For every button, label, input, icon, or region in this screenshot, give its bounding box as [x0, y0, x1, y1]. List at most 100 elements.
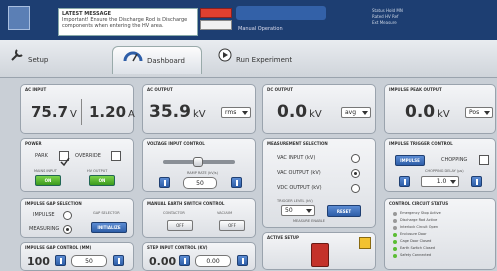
ac-input-amp: 1.20 A	[89, 103, 135, 121]
chevron-down-icon	[242, 111, 248, 115]
alarm-indicator	[200, 8, 232, 18]
vacuum-off-button[interactable]: OFF	[219, 220, 245, 231]
impulse-radio[interactable]	[63, 211, 72, 220]
tab-setup[interactable]: Setup	[10, 46, 80, 74]
ac-input-title: AC INPUT	[25, 87, 47, 92]
contactor-off-button[interactable]: OFF	[167, 220, 193, 231]
trigger-level-select[interactable]: 50	[281, 205, 315, 216]
tab-dashboard[interactable]: Dashboard	[112, 46, 202, 74]
status-item: Discharge Rod Active	[400, 218, 438, 222]
dc-output-mode: avg	[345, 109, 357, 116]
step-increment-button[interactable]	[237, 255, 248, 266]
status-dot-icon	[393, 219, 397, 223]
vdc-output-radio[interactable]	[351, 184, 360, 193]
ac-input-amp-unit: A	[128, 109, 135, 120]
contactor-label: CONTACTOR	[163, 211, 185, 215]
header-right-line: Ext Measure	[372, 20, 397, 25]
gap-input[interactable]: 50	[71, 255, 107, 267]
gauge-icon	[123, 47, 143, 75]
reset-button[interactable]: RESET	[327, 205, 361, 217]
status-dot-icon	[393, 212, 397, 216]
gap-increment-button[interactable]	[113, 255, 124, 266]
header-right-values	[432, 6, 482, 34]
control-status-title: CONTROL CIRCUIT STATUS	[389, 201, 449, 206]
measure-enable-label: MEASURE ENABLE	[293, 219, 325, 223]
initialize-button[interactable]: INITIALIZE	[91, 222, 127, 233]
ac-input-volt-unit: V	[70, 109, 77, 120]
impulse-gap-control-panel: IMPULSE GAP CONTROL (mm) 100 50	[20, 242, 134, 271]
mains-input-led[interactable]: ON	[35, 175, 61, 186]
step-input-panel: STEP INPUT CONTROL (kV) 0.00 0.00	[142, 242, 256, 271]
hv-output-led[interactable]: ON	[89, 175, 115, 186]
impulse-peak-unit: kV	[437, 109, 450, 120]
chopping-delay-select[interactable]: 1.0	[421, 176, 459, 187]
step-decrement-button[interactable]	[179, 255, 190, 266]
status-item: Interlock Circuit Open	[400, 225, 439, 229]
impulse-button[interactable]: IMPULSE	[395, 155, 425, 166]
mode-label: Manual Operation	[238, 26, 283, 32]
measuring-radio[interactable]	[63, 225, 72, 234]
voltage-input-title: VOLTAGE INPUT CONTROL	[147, 141, 205, 146]
increment-button[interactable]	[231, 177, 242, 188]
gap-selector-label: GAP SELECTOR	[93, 211, 120, 215]
chopping-checkbox[interactable]	[479, 155, 489, 165]
control-status-panel: CONTROL CIRCUIT STATUS Emergency Stop Ac…	[384, 198, 496, 270]
voltage-slider-knob[interactable]	[193, 157, 203, 167]
dc-output-mode-dropdown[interactable]: avg	[341, 107, 371, 118]
gap-decrement-button[interactable]	[55, 255, 66, 266]
decrement-button[interactable]	[159, 177, 170, 188]
check-icon	[60, 157, 70, 167]
chopping-delay-label: CHOPPING DELAY (µs)	[425, 169, 464, 173]
park-checkbox[interactable]	[59, 151, 70, 167]
impulse-gap-title: IMPULSE GAP SELECTION	[25, 201, 82, 206]
park-label: PARK	[35, 153, 48, 159]
delay-decrement-button[interactable]	[399, 176, 410, 187]
dc-output-unit: kV	[309, 109, 322, 120]
ac-input-panel: AC INPUT 75.7 V 1.20 A	[20, 84, 135, 134]
status-item: Emergency Stop Active	[400, 211, 441, 215]
ramp-rate-input[interactable]: 50	[183, 177, 217, 189]
step-input[interactable]: 0.00	[195, 255, 231, 267]
dc-output-title: DC OUTPUT	[267, 87, 293, 92]
power-panel: POWER PARK OVERRIDE MAINS INPUT ON HV OU…	[20, 138, 134, 192]
delay-increment-button[interactable]	[471, 176, 482, 187]
tab-dashboard-label: Dashboard	[147, 57, 185, 65]
ramp-rate-label: RAMP RATE (kV/s)	[187, 171, 218, 175]
hv-equipment-image	[311, 243, 329, 267]
impulse-peak-mode-dropdown[interactable]: Pos	[465, 107, 493, 118]
status-dot-icon	[393, 226, 397, 230]
vac-output-label: VAC OUTPUT (kV)	[277, 170, 321, 176]
impulse-gap-panel: IMPULSE GAP SELECTION IMPULSE MEASURING …	[20, 198, 134, 238]
wrench-icon	[10, 46, 24, 74]
impulse-label: IMPULSE	[33, 212, 55, 218]
status-indicator	[200, 20, 232, 30]
status-item: Enclosure Door	[400, 232, 427, 236]
ac-output-value: 35.9 kV	[149, 102, 206, 122]
voltage-input-panel: VOLTAGE INPUT CONTROL RAMP RATE (kV/s) 5…	[142, 138, 256, 192]
mains-input-label: MAINS INPUT	[34, 169, 57, 173]
active-setup-title: ACTIVE SETUP	[267, 235, 299, 240]
impulse-trigger-title: IMPULSE TRIGGER CONTROL	[389, 141, 453, 146]
ac-output-mode: rms	[225, 109, 237, 116]
power-title: POWER	[25, 141, 42, 146]
impulse-gap-control-title: IMPULSE GAP CONTROL (mm)	[25, 245, 92, 250]
mode-bar[interactable]	[236, 6, 326, 20]
ac-input-amp-value: 1.20	[89, 103, 127, 121]
dc-output-number: 0.0	[277, 102, 308, 122]
tab-run-experiment[interactable]: Run Experiment	[218, 46, 318, 74]
status-dot-icon	[393, 247, 397, 251]
play-icon	[218, 46, 232, 74]
override-checkbox[interactable]	[111, 151, 121, 161]
status-dot-icon	[393, 233, 397, 237]
message-box: LATEST MESSAGE Important! Ensure the Dis…	[58, 8, 198, 36]
chevron-down-icon	[484, 111, 490, 115]
vac-input-radio[interactable]	[351, 154, 360, 163]
status-item: Cage Door Closed	[400, 239, 432, 243]
vac-output-radio[interactable]	[351, 169, 360, 178]
tab-bar: Setup Dashboard Run Experiment	[0, 40, 497, 78]
override-label: OVERRIDE	[75, 153, 101, 159]
ac-output-mode-dropdown[interactable]: rms	[221, 107, 251, 118]
gap-value: 100	[27, 255, 50, 268]
logo	[8, 6, 30, 30]
impulse-peak-number: 0.0	[405, 102, 436, 122]
